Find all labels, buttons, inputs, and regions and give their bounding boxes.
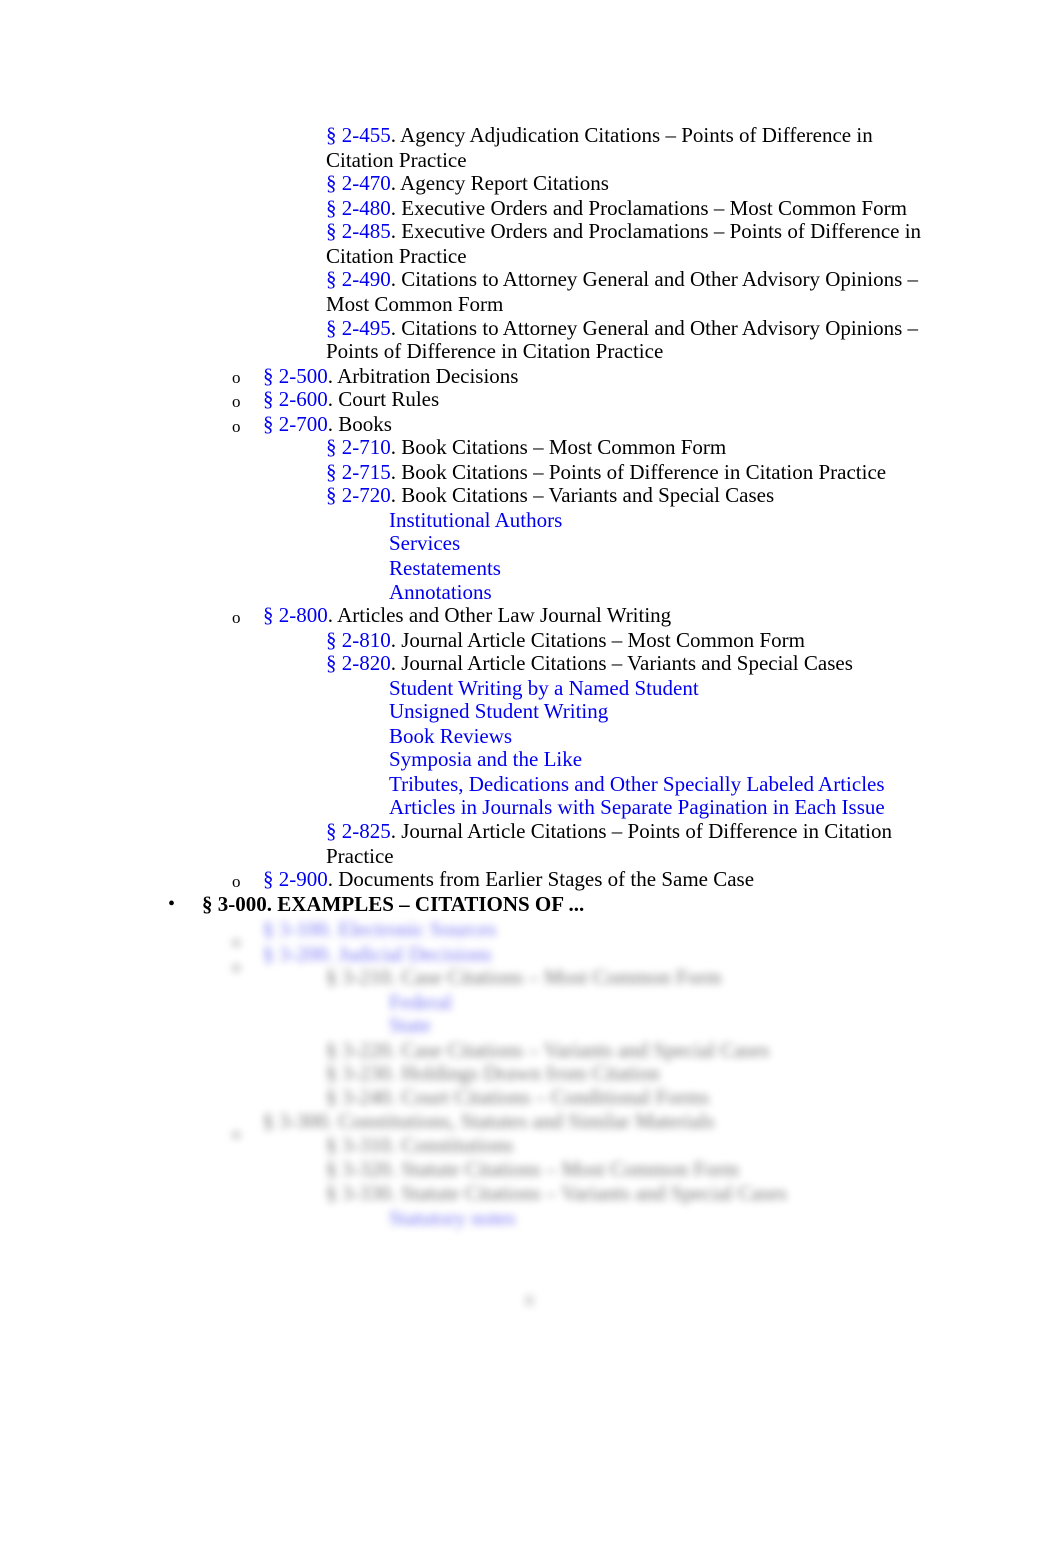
blurred-entry: § 3-330. Statute Citations – Variants an…	[326, 1181, 787, 1205]
entry-2-455: § 2-455. Agency Adjudication Citations –…	[326, 123, 873, 147]
section-link[interactable]: § 2-710	[326, 435, 391, 459]
section-link[interactable]: § 2-490	[326, 267, 391, 291]
entry-2-900: § 2-900. Documents from Earlier Stages o…	[263, 867, 755, 891]
section-link[interactable]: § 2-480	[326, 196, 391, 220]
entry-2-600: § 2-600. Court Rules	[263, 387, 440, 411]
entry-2-480: § 2-480. Executive Orders and Proclamati…	[326, 196, 907, 220]
entry-2-810: § 2-810. Journal Article Citations – Mos…	[326, 628, 805, 652]
link-institutional-authors[interactable]: Institutional Authors	[389, 508, 562, 532]
circle-bullet-icon: o	[232, 392, 241, 411]
section-link[interactable]: § 2-820	[326, 651, 391, 675]
blurred-entry: Federal	[389, 990, 452, 1014]
link-student-writing-named[interactable]: Student Writing by a Named Student	[389, 676, 699, 700]
section-link[interactable]: § 2-720	[326, 483, 391, 507]
link-symposia[interactable]: Symposia and the Like	[389, 747, 582, 771]
section-link[interactable]: § 2-900	[263, 867, 328, 891]
blurred-entry: § 3-100. Electronic Sources	[263, 917, 497, 941]
entry-2-825-cont: Practice	[326, 844, 394, 868]
blurred-entry: § 3-320. Statute Citations – Most Common…	[326, 1157, 740, 1181]
section-link[interactable]: § 2-715	[326, 460, 391, 484]
entry-2-715: § 2-715. Book Citations – Points of Diff…	[326, 460, 887, 484]
blurred-entry: § 3-310. Constitutions	[326, 1133, 514, 1157]
link-separate-pagination[interactable]: Articles in Journals with Separate Pagin…	[389, 795, 885, 819]
circle-bullet-icon: o	[232, 368, 241, 387]
entry-2-800: § 2-800. Articles and Other Law Journal …	[263, 603, 672, 627]
section-link[interactable]: § 2-485	[326, 219, 391, 243]
entry-2-495: § 2-495. Citations to Attorney General a…	[326, 316, 919, 340]
link-unsigned-student-writing[interactable]: Unsigned Student Writing	[389, 699, 608, 723]
section-link[interactable]: § 2-700	[263, 412, 328, 436]
blurred-entry: Statutory notes	[389, 1206, 516, 1230]
entry-2-490: § 2-490. Citations to Attorney General a…	[326, 267, 919, 291]
entry-2-500: § 2-500. Arbitration Decisions	[263, 364, 519, 388]
entry-2-820: § 2-820. Journal Article Citations – Var…	[326, 651, 853, 675]
section-link[interactable]: § 2-800	[263, 603, 328, 627]
heading-3-000: § 3-000. EXAMPLES – CITATIONS OF ...	[202, 892, 585, 916]
section-link[interactable]: § 2-455	[326, 123, 391, 147]
entry-2-490-cont: Most Common Form	[326, 292, 504, 316]
section-link[interactable]: § 2-500	[263, 364, 328, 388]
page-number: ii	[525, 1292, 534, 1309]
blurred-entry: § 3-240. Court Citations – Conditional F…	[326, 1085, 710, 1109]
entry-2-455-cont: Citation Practice	[326, 148, 467, 172]
section-link[interactable]: § 2-600	[263, 387, 328, 411]
circle-bullet-icon: o	[232, 417, 241, 436]
entry-2-700: § 2-700. Books	[263, 412, 392, 436]
disc-bullet-icon: •	[168, 893, 176, 915]
entry-2-720: § 2-720. Book Citations – Variants and S…	[326, 483, 775, 507]
section-link[interactable]: § 2-470	[326, 171, 391, 195]
entry-2-825: § 2-825. Journal Article Citations – Poi…	[326, 819, 892, 843]
blurred-entry: § 3-300. Constitutions, Statutes and Sim…	[263, 1109, 715, 1133]
link-book-reviews[interactable]: Book Reviews	[389, 724, 512, 748]
circle-bullet-icon: o	[232, 872, 241, 891]
link-annotations[interactable]: Annotations	[389, 580, 492, 604]
section-link[interactable]: § 2-825	[326, 819, 391, 843]
entry-2-485: § 2-485. Executive Orders and Proclamati…	[326, 219, 922, 243]
link-restatements[interactable]: Restatements	[389, 556, 501, 580]
link-tributes[interactable]: Tributes, Dedications and Other Speciall…	[389, 772, 885, 796]
blurred-entry: § 3-230. Holdings Drawn from Citation	[326, 1061, 660, 1085]
link-services[interactable]: Services	[389, 531, 460, 555]
entry-2-710: § 2-710. Book Citations – Most Common Fo…	[326, 435, 727, 459]
blurred-entry: § 3-200. Judicial Decisions	[263, 942, 492, 966]
section-link[interactable]: § 2-810	[326, 628, 391, 652]
blurred-entry: § 3-210. Case Citations – Most Common Fo…	[326, 965, 722, 989]
section-link[interactable]: § 2-495	[326, 316, 391, 340]
entry-2-485-cont: Citation Practice	[326, 244, 467, 268]
entry-2-470: § 2-470. Agency Report Citations	[326, 171, 609, 195]
blurred-entry: § 3-220. Case Citations – Variants and S…	[326, 1038, 770, 1062]
circle-bullet-icon: o	[232, 608, 241, 627]
entry-2-495-cont: Points of Difference in Citation Practic…	[326, 339, 664, 363]
blurred-entry: State	[389, 1013, 431, 1037]
